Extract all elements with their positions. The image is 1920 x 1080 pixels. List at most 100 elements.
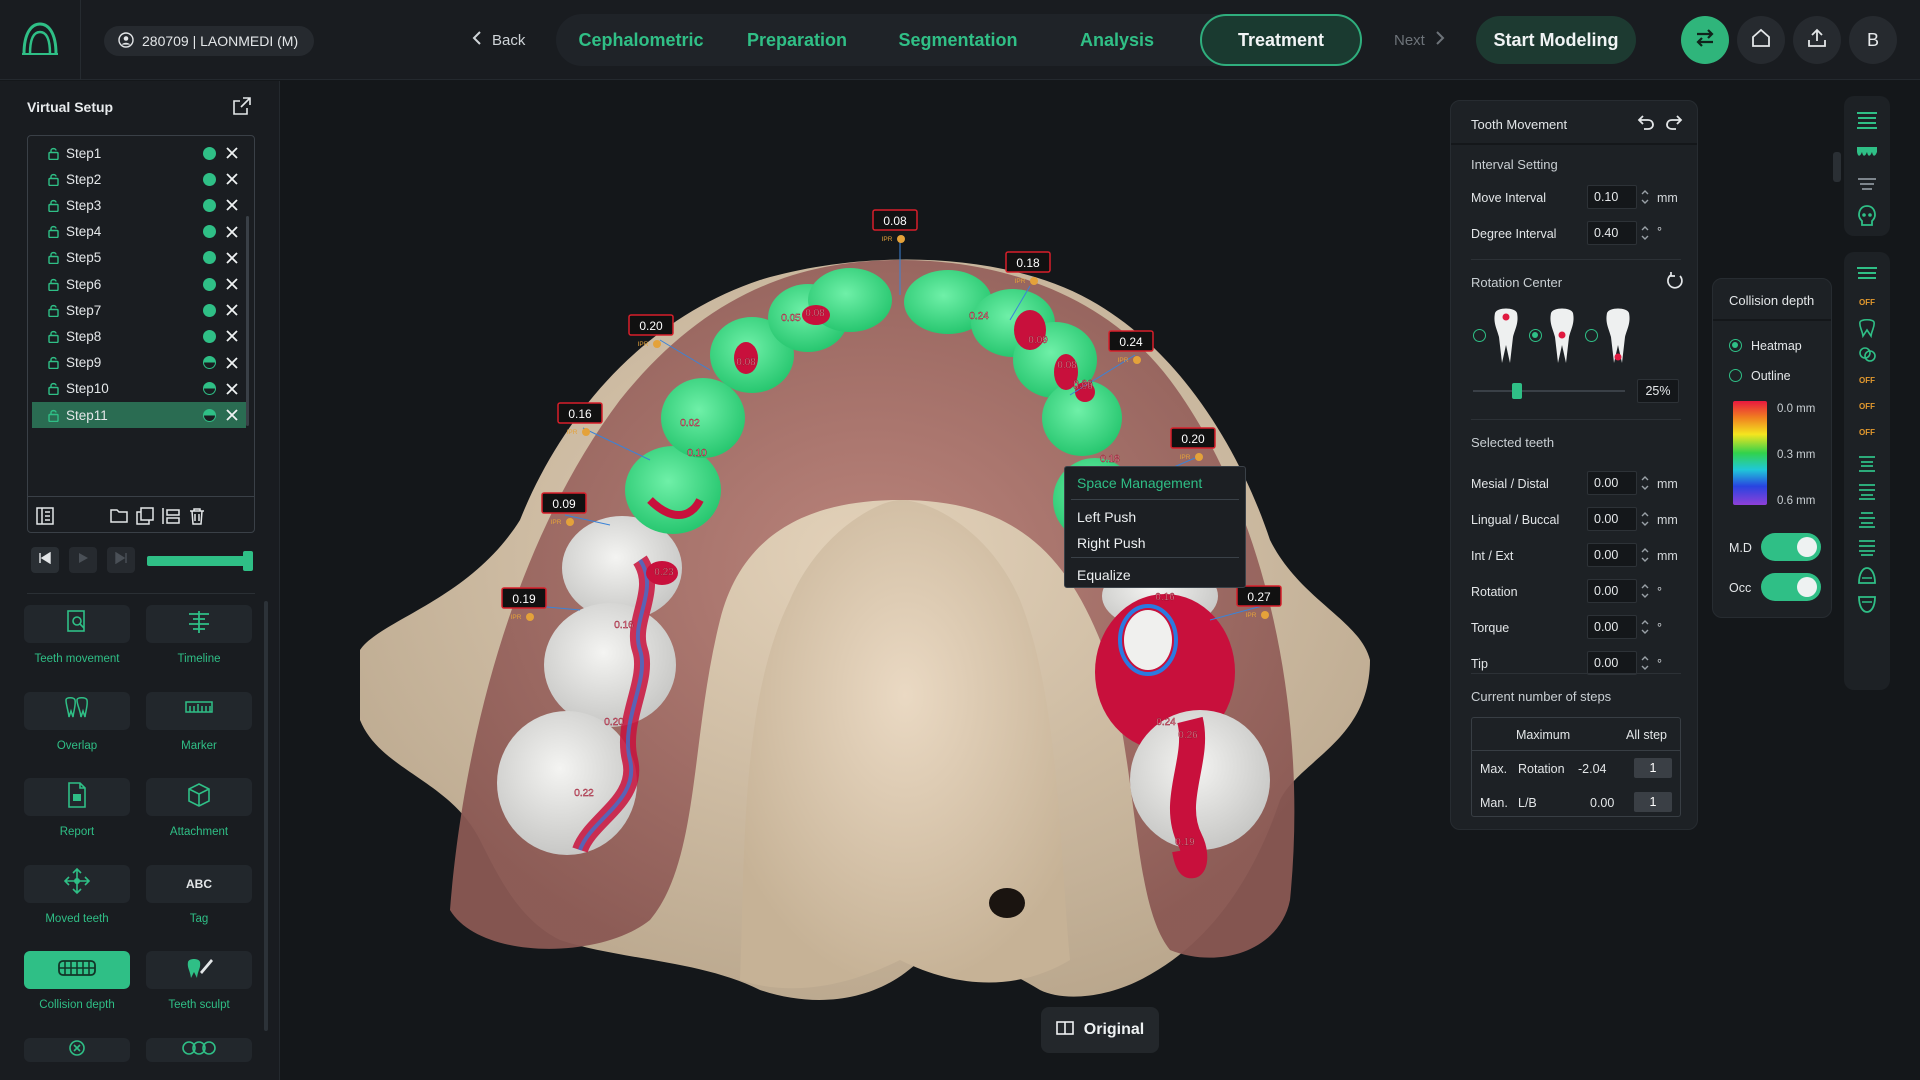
visibility-dot-icon[interactable] [203,277,216,291]
degree-interval-input[interactable]: 0.40 [1587,221,1637,245]
field-input[interactable]: 0.00 [1587,579,1637,603]
tool-report[interactable]: Report [24,778,134,854]
close-icon[interactable] [224,250,240,266]
plus-icon[interactable] [1030,277,1038,285]
undo-icon[interactable] [1637,113,1655,136]
next-button[interactable]: Next [1394,28,1445,52]
bracket-off-icon[interactable]: OFF [1855,420,1879,444]
tool-tag[interactable]: ABC Tag [146,864,256,941]
ipr-label[interactable]: 0.08 IPR [872,209,918,243]
step-row[interactable]: Step11 [32,402,246,428]
field-input[interactable]: 0.00 [1587,543,1637,567]
tab-segmentation[interactable]: Segmentation [878,14,1038,66]
field-input[interactable]: 0.00 [1587,507,1637,531]
step-row[interactable]: Step8 [32,323,246,349]
move-interval-input[interactable]: 0.10 [1587,185,1637,209]
visibility-dot-icon[interactable] [203,225,216,239]
tool-icon-button[interactable] [146,691,252,730]
rotation-center-crown-radio[interactable] [1473,329,1486,342]
field-input[interactable]: 0.00 [1587,615,1637,639]
rotation-percent[interactable]: 25% [1637,379,1679,403]
reset-rotation-icon[interactable] [1665,271,1685,296]
close-icon[interactable] [224,381,240,397]
visibility-dot-icon[interactable] [203,329,216,343]
md-toggle[interactable] [1761,533,1821,561]
collapse-handle[interactable] [1833,152,1841,182]
step-row[interactable]: Step3 [32,192,246,218]
insert-step-icon[interactable] [162,507,180,530]
tool-icon-button[interactable]: ABC [146,864,252,903]
step-list-scrollbar[interactable] [246,216,249,426]
tab-cephalometric[interactable]: Cephalometric [566,14,716,66]
lock-icon[interactable] [48,330,64,343]
outline-radio[interactable] [1729,369,1742,382]
degree-interval-stepper[interactable] [1639,221,1651,245]
tool-icon-button[interactable] [146,1038,252,1062]
rotation-slider-track[interactable] [1473,390,1625,392]
field-stepper[interactable] [1639,507,1651,531]
lower-jaw-icon[interactable] [1855,592,1879,616]
rotation-center-root-radio[interactable] [1585,329,1598,342]
visibility-dot-icon[interactable] [203,356,216,370]
close-icon[interactable] [224,145,240,161]
row-steps[interactable]: 1 [1634,758,1672,778]
tool-teeth-sculpt[interactable]: Teeth sculpt [146,951,256,1027]
lock-icon[interactable] [48,147,64,160]
lock-icon[interactable] [48,409,64,422]
visibility-dot-icon[interactable] [203,146,216,160]
close-icon[interactable] [224,197,240,213]
visibility-dot-icon[interactable] [203,251,216,265]
menu-item-equalize[interactable]: Equalize [1077,567,1131,583]
close-icon[interactable] [224,355,240,371]
tool-extra-2[interactable] [146,1038,256,1080]
lower-arch-icon[interactable] [1855,262,1879,286]
panel-scrollbar[interactable] [264,601,268,1031]
upload-button[interactable] [1793,16,1841,64]
tool-icon-button[interactable] [24,864,130,903]
rotation-center-middle-radio[interactable] [1529,329,1542,342]
upper-arch-icon[interactable] [1855,108,1879,132]
tool-moved-teeth[interactable]: Moved teeth [24,864,134,941]
original-toggle-button[interactable]: Original [1041,1007,1159,1053]
tab-preparation[interactable]: Preparation [722,14,872,66]
lock-icon[interactable] [48,304,64,317]
step-row[interactable]: Step4 [32,219,246,245]
plus-icon[interactable] [1133,356,1141,364]
tool-icon-button[interactable] [24,1038,130,1062]
close-icon[interactable] [224,302,240,318]
step-forward-button[interactable] [107,547,135,573]
patient-chip[interactable]: 280709 | LAONMEDI (M) [104,26,315,56]
tool-attachment[interactable]: Attachment [146,778,256,854]
tab-analysis[interactable]: Analysis [1042,14,1192,66]
step-row[interactable]: Step10 [32,376,246,402]
skull-icon[interactable] [1855,204,1879,228]
lock-icon[interactable] [48,173,64,186]
step-row[interactable]: Step5 [32,245,246,271]
tool-overlap[interactable]: Overlap [24,691,134,768]
move-interval-stepper[interactable] [1639,185,1651,209]
step-row[interactable]: Step9 [32,350,246,376]
lock-icon[interactable] [48,225,64,239]
stack-view-icon-4[interactable] [1855,536,1879,560]
tool-timeline[interactable]: Timeline [146,605,256,681]
tool-icon-button[interactable] [24,778,130,816]
lock-icon[interactable] [48,356,64,370]
tab-treatment[interactable]: Treatment [1200,14,1362,66]
close-icon[interactable] [224,407,240,423]
menu-item-left-push[interactable]: Left Push [1077,509,1136,525]
field-input[interactable]: 0.00 [1587,651,1637,675]
tool-icon-button[interactable] [24,951,130,989]
plus-icon[interactable] [1195,453,1203,461]
start-modeling-button[interactable]: Start Modeling [1476,16,1636,64]
copy-icon[interactable] [136,507,154,530]
step-row[interactable]: Step1 [32,140,246,166]
plus-icon[interactable] [582,428,590,436]
rewind-button[interactable] [31,547,59,573]
row-steps[interactable]: 1 [1634,792,1672,812]
tool-teeth-movement[interactable]: Teeth movement [24,605,134,681]
field-stepper[interactable] [1639,543,1651,567]
visibility-dot-icon[interactable] [203,198,216,212]
field-stepper[interactable] [1639,651,1651,675]
field-stepper[interactable] [1639,615,1651,639]
attachment-off-icon[interactable]: OFF [1855,290,1879,314]
